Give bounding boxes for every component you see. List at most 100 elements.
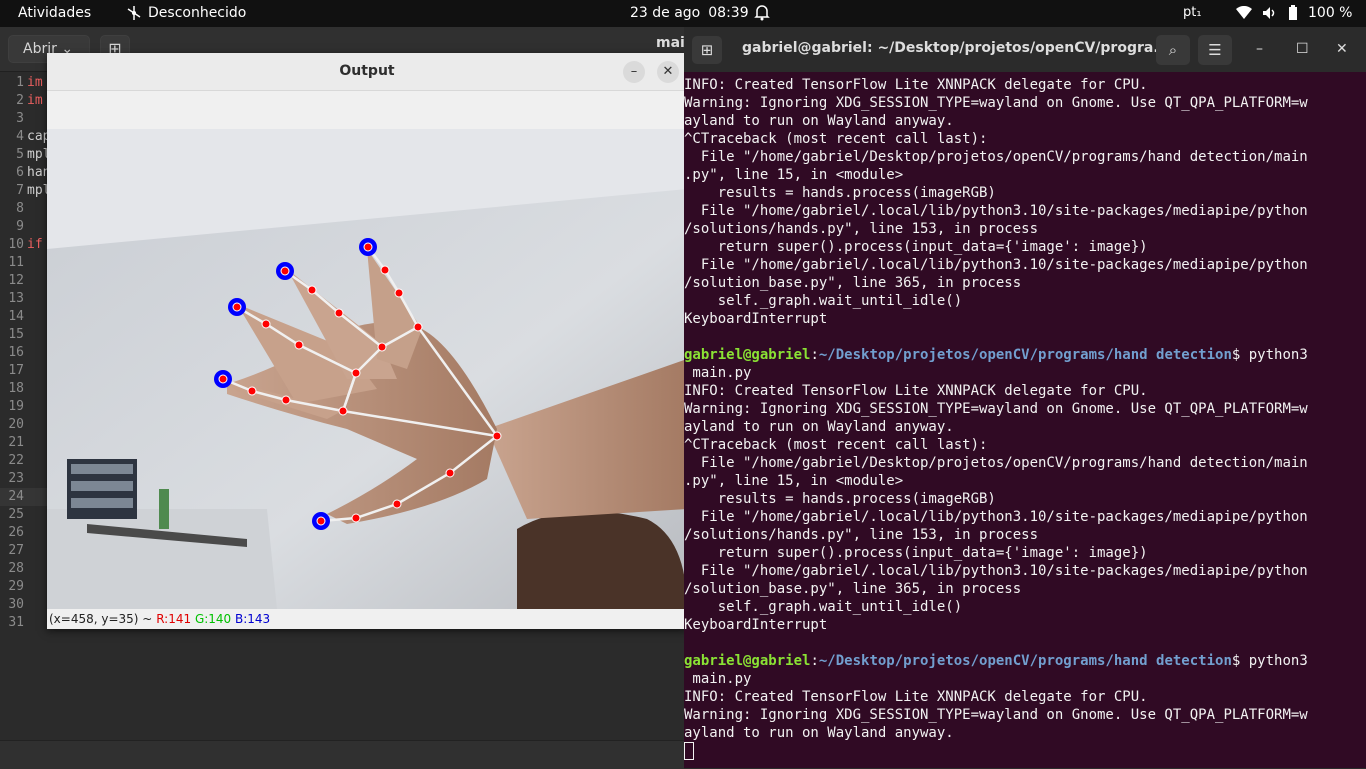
close-icon: ✕ [662, 64, 674, 79]
terminal-line: KeyboardInterrupt [684, 311, 828, 327]
line-number: 6 [16, 165, 24, 180]
line-number: 25 [8, 507, 24, 522]
line-number: 21 [8, 435, 24, 450]
pixel-status-bar: (x=458, y=35) ~ R:141 G:140 B:143 [47, 610, 689, 629]
line-number: 30 [8, 597, 24, 612]
line-number: 24 [8, 489, 24, 504]
code-line-1: im [27, 75, 43, 90]
line-number: 14 [8, 309, 24, 324]
terminal-line: File "/home/gabriel/.local/lib/python3.1… [684, 563, 1308, 579]
close-button[interactable]: ✕ [657, 61, 679, 83]
terminal-line: /solutions/hands.py", line 153, in proce… [684, 221, 1039, 237]
line-number: 10 [8, 237, 24, 252]
terminal-line: File "/home/gabriel/.local/lib/python3.1… [684, 509, 1308, 525]
camera-frame[interactable] [47, 129, 687, 609]
search-button[interactable]: ⌕ [1156, 35, 1190, 65]
terminal-prompt: gabriel@gabriel:~/Desktop/projetos/openC… [684, 347, 1308, 363]
activities-button[interactable]: Atividades [18, 5, 91, 21]
app-menu[interactable]: Desconhecido [126, 5, 246, 21]
line-number: 2 [16, 93, 24, 108]
terminal-line: /solution_base.py", line 365, in process [684, 275, 1022, 291]
minimize-icon: – [1256, 41, 1263, 57]
terminal-line: INFO: Created TensorFlow Lite XNNPACK de… [684, 383, 1148, 399]
line-number: 8 [16, 201, 24, 216]
time-label: 08:39 [708, 5, 749, 21]
battery-icon [1289, 5, 1297, 20]
clock[interactable]: 23 de ago 08:39 [630, 5, 749, 21]
terminal-line: /solutions/hands.py", line 153, in proce… [684, 527, 1039, 543]
network-app-icon [127, 6, 141, 20]
terminal-line: .py", line 15, in <module> [684, 473, 904, 489]
line-number: 7 [16, 183, 24, 198]
app-name-label: Desconhecido [148, 5, 247, 21]
maximize-button[interactable]: ☐ [1296, 41, 1309, 57]
terminal-line: /solution_base.py", line 365, in process [684, 581, 1022, 597]
prompt-command: $ python3 [1231, 653, 1308, 669]
new-tab-button[interactable]: ⊞ [692, 36, 722, 64]
line-number: 1 [16, 75, 24, 90]
menu-button[interactable]: ☰ [1198, 35, 1232, 65]
terminal-title: gabriel@gabriel: ~/Desktop/projetos/open… [742, 40, 1170, 56]
terminal-output[interactable]: INFO: Created TensorFlow Lite XNNPACK de… [684, 76, 1366, 760]
terminal-line: Warning: Ignoring XDG_SESSION_TYPE=wayla… [684, 707, 1308, 723]
output-title: Output [339, 63, 395, 79]
prompt-user: gabriel@gabriel [684, 653, 811, 669]
terminal-window[interactable]: ⊞ gabriel@gabriel: ~/Desktop/projetos/op… [684, 27, 1366, 768]
minimize-button[interactable]: – [1256, 41, 1263, 57]
terminal-line: main.py [684, 671, 752, 687]
terminal-line: self._graph.wait_until_idle() [684, 599, 963, 615]
pixel-blue-value: B:143 [235, 612, 271, 626]
battery-label: 100 % [1308, 5, 1353, 21]
editor-status-bar [0, 740, 684, 769]
editor-title: mai [656, 35, 685, 51]
prompt-command: $ python3 [1231, 347, 1308, 363]
line-number: 17 [8, 363, 24, 378]
terminal-header-bar: ⊞ gabriel@gabriel: ~/Desktop/projetos/op… [684, 27, 1366, 72]
prompt-path: ~/Desktop/projetos/openCV/programs/hand … [818, 653, 1232, 669]
pixel-green-value: G:140 [194, 612, 232, 626]
minimize-button[interactable]: – [623, 61, 645, 83]
terminal-line: File "/home/gabriel/Desktop/projetos/ope… [684, 149, 1308, 165]
system-tray[interactable]: 100 % [1236, 5, 1352, 21]
date-label: 23 de ago [630, 5, 701, 21]
wifi-icon [1236, 6, 1252, 19]
line-number: 31 [8, 615, 24, 630]
output-window[interactable]: Output – ✕ (x=458, y=35) ~ R:141 G:140 B… [47, 53, 689, 629]
terminal-line: INFO: Created TensorFlow Lite XNNPACK de… [684, 689, 1148, 705]
terminal-line: ayland to run on Wayland anyway. [684, 113, 954, 129]
terminal-line: ^CTraceback (most recent call last): [684, 131, 988, 147]
terminal-line: Warning: Ignoring XDG_SESSION_TYPE=wayla… [684, 95, 1308, 111]
hand-landmarks-image [47, 129, 687, 609]
line-number: 15 [8, 327, 24, 342]
prompt-path: ~/Desktop/projetos/openCV/programs/hand … [818, 347, 1232, 363]
terminal-line: KeyboardInterrupt [684, 617, 828, 633]
line-number: 22 [8, 453, 24, 468]
line-number: 18 [8, 381, 24, 396]
new-tab-icon: ⊞ [700, 41, 714, 59]
terminal-line: File "/home/gabriel/.local/lib/python3.1… [684, 257, 1308, 273]
code-line-10: if [27, 237, 43, 252]
terminal-line: return super().process(input_data={'imag… [684, 545, 1148, 561]
output-titlebar[interactable]: Output – ✕ [47, 53, 687, 91]
hamburger-menu-icon: ☰ [1208, 41, 1222, 59]
terminal-line: self._graph.wait_until_idle() [684, 293, 963, 309]
line-number: 13 [8, 291, 24, 306]
volume-icon [1263, 7, 1275, 19]
notification-bell-icon[interactable] [754, 3, 770, 25]
line-number: 19 [8, 399, 24, 414]
terminal-line: ^CTraceback (most recent call last): [684, 437, 988, 453]
keyboard-layout[interactable]: pt₁ [1183, 5, 1202, 20]
terminal-line: results = hands.process(imageRGB) [684, 491, 996, 507]
top-bar: Atividades Desconhecido 23 de ago 08:39 … [0, 0, 1366, 27]
terminal-line: return super().process(input_data={'imag… [684, 239, 1148, 255]
terminal-cursor [684, 742, 694, 760]
close-button[interactable]: ✕ [1336, 41, 1348, 57]
pixel-coords: (x=458, y=35) ~ [49, 612, 153, 626]
terminal-prompt: gabriel@gabriel:~/Desktop/projetos/openC… [684, 653, 1308, 669]
line-number: 3 [16, 111, 24, 126]
line-number: 29 [8, 579, 24, 594]
line-number: 9 [16, 219, 24, 234]
line-number: 26 [8, 525, 24, 540]
line-number-gutter: 1 2 3 4 5 6 7 8 9 10 11 12 13 14 15 16 17 18 19 20 21 22 23 24 2… [0, 74, 24, 632]
line-number: 16 [8, 345, 24, 360]
